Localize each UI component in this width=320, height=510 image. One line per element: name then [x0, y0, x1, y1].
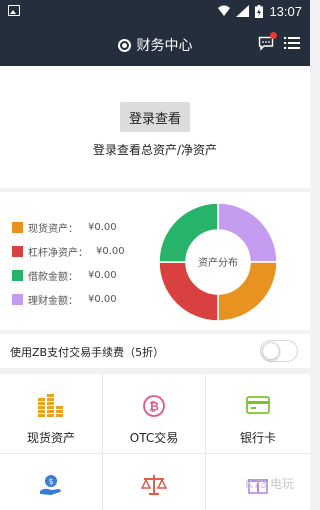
fee-discount-toggle[interactable]: [260, 340, 298, 362]
grid-item-loan[interactable]: $: [0, 454, 103, 510]
bank-card-icon: [246, 396, 270, 414]
legend-value: ¥0.00: [96, 245, 125, 257]
wifi-icon: [236, 5, 250, 17]
fee-discount-label: 使用ZB支付交易手续费（5折）: [10, 346, 165, 359]
page-title: 财务中心: [136, 38, 193, 54]
legend-label: 杠杆净资产：: [28, 247, 88, 259]
donut-slice-spot: [217, 261, 278, 322]
legend-label: 理财金额：: [28, 295, 78, 307]
svg-text:₿: ₿: [149, 400, 159, 414]
login-view-button[interactable]: 登录查看: [120, 102, 190, 132]
signal-icon: [218, 5, 231, 16]
coins-stack-icon: [38, 394, 63, 417]
menu-button[interactable]: [284, 35, 300, 51]
status-time: 13:07: [269, 3, 302, 19]
login-hint: 登录查看总资产/净资产: [92, 143, 218, 157]
watermark: K73 电玩: [245, 477, 294, 491]
bitcoin-icon: ₿: [143, 395, 165, 417]
legend-value: ¥0.00: [88, 269, 117, 281]
grid-item-label: OTC交易: [129, 431, 179, 445]
scale-icon: [141, 475, 167, 495]
legend-item-loan: 借款金额： ¥0.00: [12, 268, 117, 283]
fee-discount-row: 使用ZB支付交易手续费（5折）: [0, 334, 310, 368]
grid-item-spot-assets[interactable]: 现货资产: [0, 374, 103, 454]
legend-color-swatch: [12, 221, 23, 233]
nav-bar: 财务中心: [0, 22, 310, 66]
list-menu-icon: [284, 37, 300, 49]
login-card: 登录查看 登录查看总资产/净资产: [0, 66, 310, 188]
legend-value: ¥0.00: [88, 221, 117, 233]
legend-color-swatch: [12, 293, 23, 305]
donut-center-label: 资产分布: [198, 258, 238, 269]
hand-coin-icon: $: [40, 475, 61, 495]
legend-item-spot: 现货资产： ¥0.00: [12, 220, 117, 235]
legend-label: 现货资产：: [28, 223, 78, 235]
grid-item-label: 银行卡: [239, 431, 276, 445]
messages-button[interactable]: [258, 32, 277, 51]
status-bar: 13:07: [0, 0, 310, 22]
notification-dot: [270, 32, 277, 39]
coin-icon: [117, 38, 131, 52]
asset-distribution-card: 现货资产： ¥0.00 杠杆净资产： ¥0.00 借款金额： ¥0.00 理财金…: [0, 192, 310, 330]
legend-value: ¥0.00: [88, 293, 117, 305]
legend-label: 借款金额：: [28, 271, 78, 283]
legend-color-swatch: [12, 245, 23, 257]
legend-item-leverage: 杠杆净资产： ¥0.00: [12, 244, 125, 259]
svg-text:$: $: [48, 477, 53, 486]
grid-item-otc[interactable]: ₿ OTC交易: [103, 374, 206, 454]
legend-item-wealth: 理财金额： ¥0.00: [12, 292, 117, 307]
gallery-notification-icon: [8, 5, 20, 16]
battery-icon: [255, 4, 264, 18]
donut-slice-leverage: [158, 261, 219, 322]
toggle-knob: [262, 342, 280, 360]
grid-item-bank-card[interactable]: 银行卡: [206, 374, 310, 454]
legend-color-swatch: [12, 269, 23, 281]
grid-item-leverage[interactable]: [103, 454, 206, 510]
grid-item-label: 现货资产: [26, 431, 75, 445]
function-grid: 现货资产 ₿ OTC交易 银行卡 $ K73 电玩: [0, 374, 310, 510]
